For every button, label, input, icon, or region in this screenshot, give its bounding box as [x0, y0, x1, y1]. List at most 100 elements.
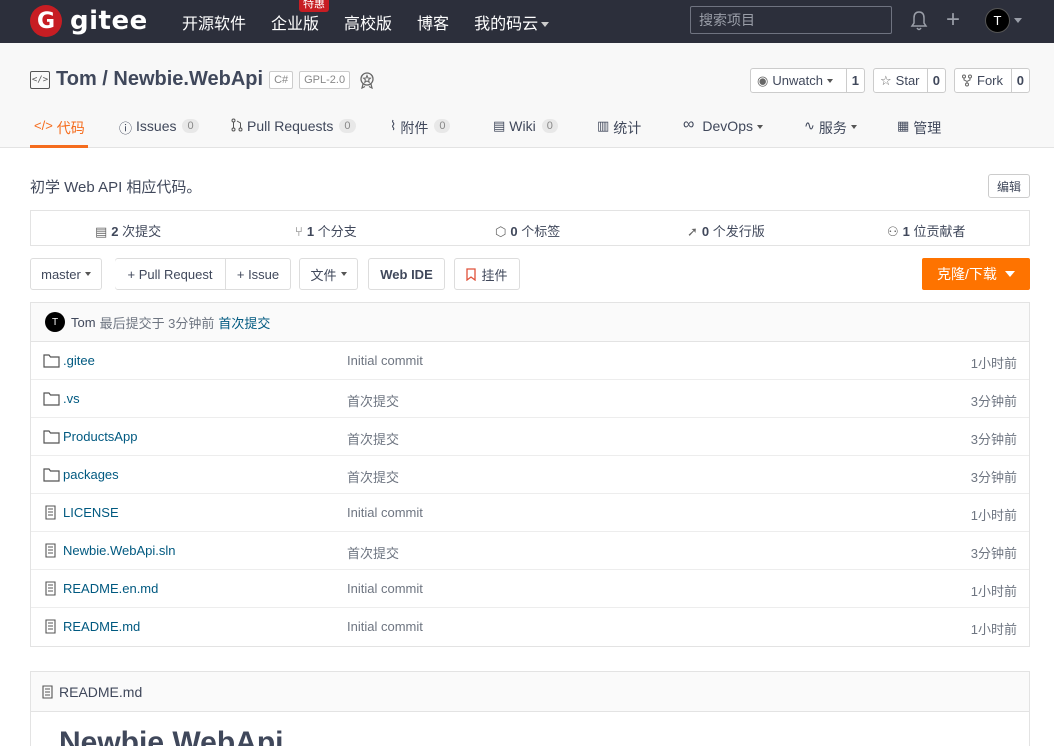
new-issue-button[interactable]: + Issue [226, 259, 290, 289]
file-commit-message[interactable]: Initial commit [347, 353, 423, 368]
nav-link-my-gitee-label: 我的码云 [474, 15, 539, 33]
file-commit-message[interactable]: 首次提交 [347, 391, 399, 410]
file-doc-icon [45, 619, 56, 634]
tab-issues-label: Issues [136, 118, 177, 134]
fork-count[interactable]: 0 [1012, 69, 1029, 92]
clone-download-button[interactable]: 克隆/下载 [922, 258, 1030, 290]
new-pull-request-button[interactable]: + Pull Request [115, 259, 225, 289]
fork-label: Fork [977, 73, 1003, 88]
nav-link-open-source[interactable]: 开源软件 [182, 10, 246, 34]
file-row[interactable]: Newbie.WebApi.sln 首次提交 3分钟前 [31, 532, 1029, 570]
plus-icon[interactable]: + [946, 8, 960, 32]
file-doc-icon [45, 581, 56, 596]
star-button[interactable]: ☆ Star [874, 69, 928, 92]
file-commit-message[interactable]: Initial commit [347, 505, 423, 520]
chevron-down-icon [826, 78, 833, 83]
license-tag[interactable]: GPL-2.0 [299, 70, 351, 89]
file-commit-message[interactable]: 首次提交 [347, 429, 399, 448]
file-row[interactable]: packages 首次提交 3分钟前 [31, 456, 1029, 494]
file-name[interactable]: README.md [63, 619, 140, 634]
commit-author-avatar[interactable]: T [45, 312, 65, 332]
project-description: 初学 Web API 相应代码。 [30, 179, 202, 196]
settings-doc-icon: ▦ [897, 118, 910, 133]
commit-author[interactable]: Tom [71, 315, 96, 330]
project-tabs: </> 代码 ⓘ Issues 0 Pull Requests 0 ⌇ 附件 0 ▤ Wiki… [30, 113, 1030, 148]
tab-attachments-count: 0 [434, 119, 451, 133]
nav-link-blog[interactable]: 博客 [417, 10, 449, 34]
last-commit-row: T Tom 最后提交于 3分钟前 首次提交 [31, 303, 1029, 342]
file-row[interactable]: .gitee Initial commit 1小时前 [31, 342, 1029, 380]
tab-devops[interactable]: ∞ DevOps [683, 113, 763, 148]
eye-icon: ◉ [757, 72, 769, 88]
tab-stats[interactable]: ▥ 统计 [597, 113, 641, 148]
logo-badge: G [30, 5, 62, 37]
file-row[interactable]: README.en.md Initial commit 1小时前 [31, 570, 1029, 608]
file-menu-label: 文件 [310, 267, 337, 283]
tab-wiki[interactable]: ▤ Wiki 0 [493, 113, 558, 148]
file-commit-message[interactable]: Initial commit [347, 581, 423, 596]
file-name[interactable]: .gitee [63, 353, 95, 368]
nav-link-university[interactable]: 高校版 [344, 10, 392, 34]
tab-services[interactable]: ∿ 服务 [804, 113, 857, 148]
file-commit-message[interactable]: 首次提交 [347, 543, 399, 562]
tab-code-label: 代码 [56, 120, 85, 136]
language-tag[interactable]: C# [269, 70, 294, 89]
file-row[interactable]: ProductsApp 首次提交 3分钟前 [31, 418, 1029, 456]
tab-issues[interactable]: ⓘ Issues 0 [119, 113, 199, 148]
fork-button[interactable]: Fork [955, 69, 1012, 92]
stat-branches-count: 1 [306, 224, 315, 239]
file-name[interactable]: README.en.md [63, 581, 158, 596]
search-input[interactable] [690, 6, 892, 34]
stat-contributors-count: 1 [902, 224, 910, 239]
folder-icon [43, 392, 60, 406]
chevron-down-icon[interactable] [1014, 18, 1022, 23]
user-avatar[interactable]: T [985, 8, 1010, 33]
star-label: Star [895, 73, 920, 88]
file-row[interactable]: .vs 首次提交 3分钟前 [31, 380, 1029, 418]
tab-manage[interactable]: ▦ 管理 [897, 113, 941, 148]
tab-pull-requests[interactable]: Pull Requests 0 [231, 113, 356, 148]
edit-description-button[interactable]: 编辑 [988, 174, 1030, 198]
gitee-logo[interactable]: G gitee [30, 4, 148, 38]
clone-download-label: 克隆/下载 [937, 266, 997, 282]
tab-manage-label: 管理 [913, 120, 942, 136]
file-row[interactable]: README.md Initial commit 1小时前 [31, 608, 1029, 646]
stat-contributors-label: 位贡献者 [913, 224, 966, 239]
web-ide-button[interactable]: Web IDE [368, 258, 445, 290]
watch-count[interactable]: 1 [847, 69, 864, 92]
widget-button[interactable]: 挂件 [454, 258, 520, 290]
tab-code[interactable]: </> 代码 [30, 113, 88, 148]
commit-time-text: 最后提交于 3分钟前 [99, 315, 215, 331]
chevron-down-icon [84, 272, 91, 276]
bell-icon[interactable] [910, 10, 928, 32]
repo-stats-bar: ▤ 2 次提交 ⑂ 1 个分支 ⬡ 0 个标签 ➚ 0 个发行版 ⚇ 1 位贡献者 [30, 210, 1030, 246]
file-name[interactable]: LICENSE [63, 505, 119, 520]
tab-attachments[interactable]: ⌇ 附件 0 [390, 113, 451, 148]
stat-releases-count: 0 [701, 224, 710, 239]
file-commit-message[interactable]: Initial commit [347, 619, 423, 634]
stat-commits[interactable]: ▤ 2 次提交 [95, 221, 161, 240]
nav-link-enterprise[interactable]: 企业版 特惠 [271, 0, 330, 34]
star-count[interactable]: 0 [928, 69, 945, 92]
file-name[interactable]: Newbie.WebApi.sln [63, 543, 175, 558]
file-name[interactable]: ProductsApp [63, 429, 137, 444]
file-menu-button[interactable]: 文件 [299, 258, 358, 290]
file-name[interactable]: .vs [63, 391, 80, 406]
commit-message-link[interactable]: 首次提交 [218, 313, 270, 332]
project-title[interactable]: Tom / Newbie.WebApi [56, 68, 263, 91]
stat-contributors[interactable]: ⚇ 1 位贡献者 [887, 221, 966, 240]
readme-file-name: README.md [59, 683, 143, 700]
stat-tags[interactable]: ⬡ 0 个标签 [495, 221, 560, 240]
tab-wiki-count: 0 [541, 119, 558, 133]
logo-text: gitee [70, 6, 148, 36]
readme-panel: README.md Newbie.WebApi [30, 671, 1030, 746]
stat-branches[interactable]: ⑂ 1 个分支 [295, 221, 357, 240]
watch-button[interactable]: ◉ Unwatch [751, 69, 847, 92]
award-icon[interactable] [358, 71, 376, 89]
file-commit-message[interactable]: 首次提交 [347, 467, 399, 486]
stat-releases[interactable]: ➚ 0 个发行版 [687, 221, 765, 240]
file-row[interactable]: LICENSE Initial commit 1小时前 [31, 494, 1029, 532]
file-name[interactable]: packages [63, 467, 119, 482]
nav-link-my-gitee[interactable]: 我的码云 [474, 10, 550, 34]
branch-select[interactable]: master [30, 258, 102, 290]
